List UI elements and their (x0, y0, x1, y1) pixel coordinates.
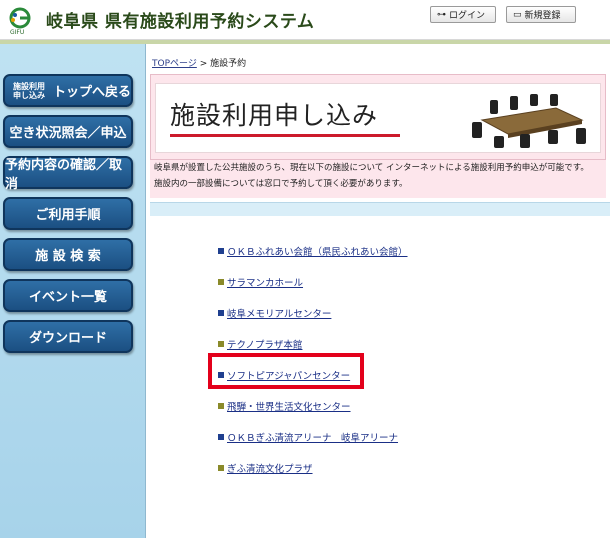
logo-text: GIFU (10, 29, 25, 36)
gifu-logo-icon (9, 7, 31, 29)
facility-link[interactable]: サラマンカホール (227, 275, 303, 289)
header: GIFU 岐阜県 県有施設利用予約システム ⊶ ログイン ▭ 新規登録 (0, 0, 610, 40)
site-title: 岐阜県 県有施設利用予約システム (46, 12, 315, 32)
sidebar-item-label: 予約内容の確認／取消 (5, 157, 123, 192)
list-item: ＯＫＢぎふ清流アリーナ 岐阜アリーナ (218, 430, 398, 444)
square-bullet-icon (218, 465, 224, 471)
sidebar-item-confirm-cancel[interactable]: 予約内容の確認／取消 (3, 156, 133, 192)
breadcrumb-separator: > (196, 59, 211, 69)
register-button[interactable]: ▭ 新規登録 (506, 6, 576, 23)
meeting-room-icon (472, 94, 586, 148)
description-line-2: 施設内の一部設備については窓口で予約して頂く必要があります。 (154, 179, 408, 189)
square-bullet-icon (218, 341, 224, 347)
list-item: ぎふ清流文化プラザ (218, 461, 313, 475)
list-item: ＯＫＢふれあい会館（県民ふれあい会館） (218, 244, 408, 258)
square-bullet-icon (218, 403, 224, 409)
breadcrumb: TOPページ > 施設予約 (152, 56, 246, 69)
list-item: テクノプラザ本館 (218, 337, 302, 351)
square-bullet-icon (218, 248, 224, 254)
login-label: ログイン (449, 11, 486, 21)
facility-link[interactable]: 岐阜メモリアルセンター (227, 306, 331, 320)
list-item: 岐阜メモリアルセンター (218, 306, 331, 320)
register-label: 新規登録 (524, 11, 561, 21)
highlight-box (208, 353, 364, 389)
description-line-1: 岐阜県が設置した公共施設のうち、現在以下の施設について インターネットによる施設… (154, 163, 589, 173)
sidebar-item-label: ダウンロード (28, 331, 107, 346)
facility-link[interactable]: ＯＫＢふれあい会館（県民ふれあい会館） (227, 244, 408, 258)
sidebar-item-label: 空き状況照会／申込 (9, 126, 127, 141)
document-icon: ▭ (513, 9, 522, 20)
banner-inner: 施設利用申し込み (155, 83, 601, 153)
sidebar-item-label: イベント一覧 (28, 290, 107, 305)
section-divider (150, 202, 610, 216)
square-bullet-icon (218, 310, 224, 316)
sidebar: 施設利用 申し込み トップへ戻る 空き状況照会／申込 予約内容の確認／取消 ご利用… (0, 44, 146, 538)
square-bullet-icon (218, 279, 224, 285)
list-item: サラマンカホール (218, 275, 303, 289)
key-icon: ⊶ (437, 9, 446, 20)
facility-link[interactable]: ＯＫＢぎふ清流アリーナ 岐阜アリーナ (227, 430, 398, 444)
title-underline (170, 134, 400, 137)
facility-link[interactable]: 飛騨・世界生活文化センター (227, 399, 351, 413)
sidebar-item-label: ご利用手順 (35, 208, 101, 223)
sidebar-item-label: 施 設 検 索 (35, 249, 101, 264)
facility-link[interactable]: ぎふ清流文化プラザ (227, 461, 313, 475)
list-item: 飛騨・世界生活文化センター (218, 399, 351, 413)
sidebar-item-label: トップへ戻る (53, 85, 132, 100)
breadcrumb-current: 施設予約 (210, 59, 247, 69)
login-button[interactable]: ⊶ ログイン (430, 6, 496, 23)
page-banner: 施設利用申し込み (150, 74, 606, 160)
breadcrumb-top-link[interactable]: TOPページ (152, 59, 197, 69)
sidebar-item-how-to-use[interactable]: ご利用手順 (3, 197, 133, 230)
page-title: 施設利用申し込み (170, 101, 379, 130)
sidebar-item-sublabel: 施設利用 申し込み (13, 81, 45, 100)
sidebar-item-download[interactable]: ダウンロード (3, 320, 133, 353)
sidebar-item-top[interactable]: 施設利用 申し込み トップへ戻る (3, 74, 133, 107)
facility-link[interactable]: テクノプラザ本館 (227, 337, 302, 351)
sidebar-item-events[interactable]: イベント一覧 (3, 279, 133, 312)
square-bullet-icon (218, 434, 224, 440)
gifu-logo[interactable]: GIFU (6, 6, 36, 36)
sidebar-item-availability[interactable]: 空き状況照会／申込 (3, 115, 133, 148)
sidebar-item-facility-search[interactable]: 施 設 検 索 (3, 238, 133, 271)
description: 岐阜県が設置した公共施設のうち、現在以下の施設について インターネットによる施設… (150, 160, 606, 198)
